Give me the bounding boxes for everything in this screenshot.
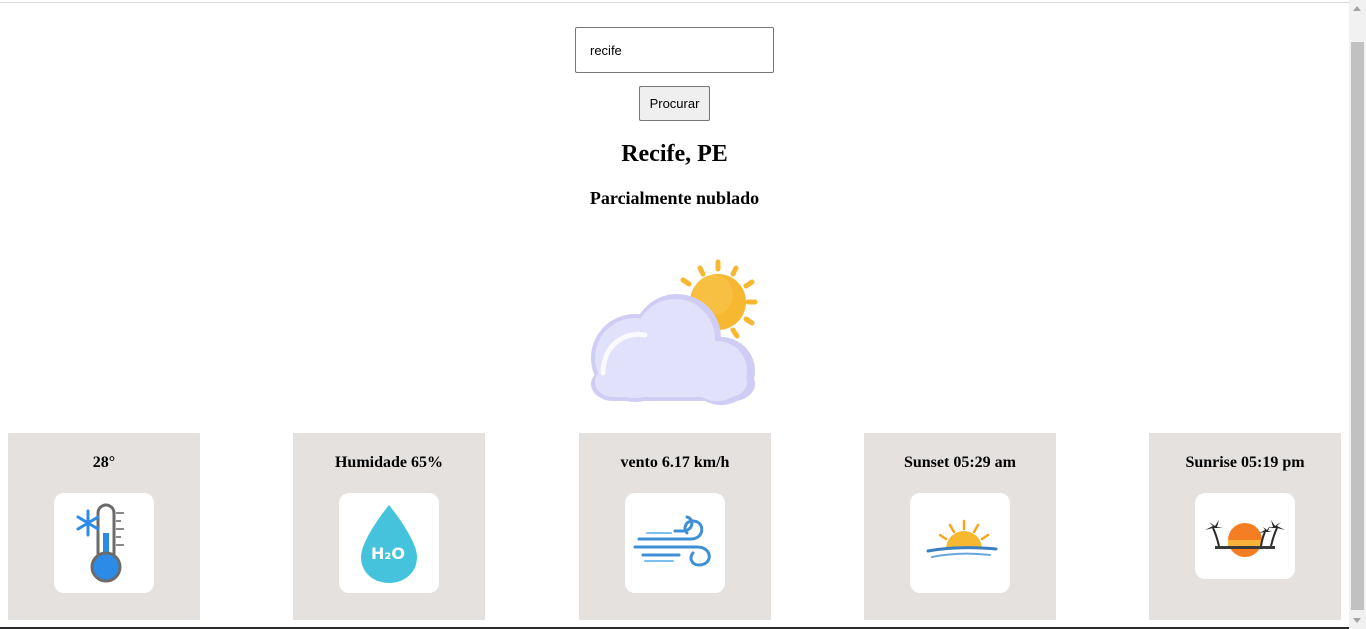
search-input[interactable] <box>575 27 774 73</box>
sunset-label: Sunset 05:29 am <box>903 454 1016 471</box>
wind-icon <box>625 493 725 593</box>
search-button[interactable]: Procurar <box>639 86 710 121</box>
scroll-down-icon[interactable] <box>1353 618 1361 623</box>
sunrise-icon <box>1195 493 1295 579</box>
wind-card: vento 6.17 km/h <box>579 433 771 620</box>
top-divider <box>0 2 1349 3</box>
wind-label: vento 6.17 km/h <box>620 454 730 471</box>
water-drop-icon: H₂O <box>339 493 439 593</box>
sunrise-card: Sunrise 05:19 pm <box>1149 433 1341 620</box>
vertical-scrollbar[interactable] <box>1349 0 1366 629</box>
scrollbar-thumb[interactable] <box>1351 42 1364 610</box>
svg-text:H₂O: H₂O <box>371 544 405 563</box>
humidity-card: Humidade 65% H₂O <box>293 433 485 620</box>
sunrise-label: Sunrise 05:19 pm <box>1185 454 1305 471</box>
sunset-icon <box>910 493 1010 593</box>
temperature-card: 28° <box>8 433 200 620</box>
temperature-label: 28° <box>92 454 116 471</box>
scroll-up-icon[interactable] <box>1353 6 1361 11</box>
humidity-label: Humidade 65% <box>334 454 443 471</box>
thermometer-icon <box>54 493 154 593</box>
sunset-card: Sunset 05:29 am <box>864 433 1056 620</box>
weather-condition: Parcialmente nublado <box>589 188 760 208</box>
partly-cloudy-icon <box>591 259 758 405</box>
city-title: Recife, PE <box>621 141 728 167</box>
